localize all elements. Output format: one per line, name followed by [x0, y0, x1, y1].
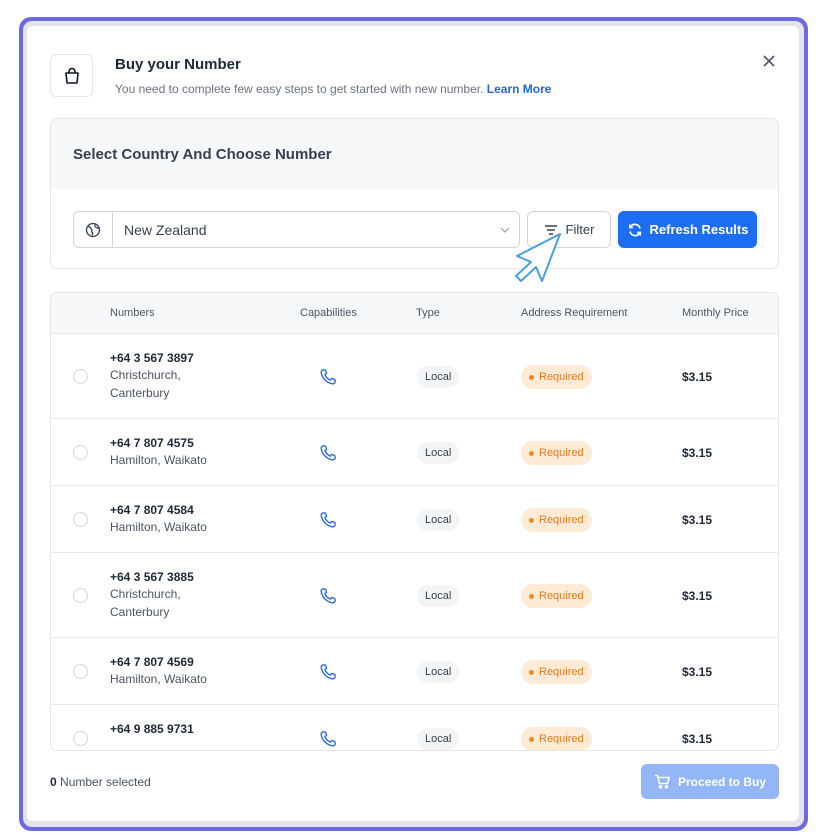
address-required-badge: Required [521, 660, 592, 684]
modal-title: Buy your Number [115, 56, 241, 73]
proceed-label: Proceed to Buy [677, 774, 767, 789]
buy-number-modal: Buy your Number You need to complete few… [27, 26, 799, 821]
type-badge: Local [417, 728, 460, 750]
address-required-label: Required [539, 371, 584, 383]
address-required-badge: Required [521, 727, 592, 750]
type-badge: Local [417, 509, 460, 531]
address-required-label: Required [539, 666, 584, 678]
phone-location: Hamilton, Waikato [110, 672, 207, 686]
address-required-badge: Required [521, 508, 592, 532]
address-required-badge: Required [521, 584, 592, 608]
type-badge: Local [417, 442, 460, 464]
window-frame-inner: Buy your Number You need to complete few… [23, 21, 804, 827]
status-dot [529, 450, 534, 456]
address-required-badge: Required [521, 365, 592, 389]
monthly-price: $3.15 [682, 513, 713, 527]
table-row[interactable]: +64 7 807 4575 Hamilton, Waikato Local R… [51, 419, 778, 486]
table-row[interactable]: +64 7 807 4569 Hamilton, Waikato Local R… [51, 638, 778, 705]
table-row[interactable]: +64 3 567 3885 Christchurch, Canterbury … [51, 553, 778, 638]
panel-title: Select Country And Choose Number [51, 119, 778, 189]
modal-subtitle: You need to complete few easy steps to g… [115, 82, 551, 96]
phone-location: Hamilton, Waikato [110, 520, 207, 534]
phone-location: Christchurch, Canterbury [110, 368, 181, 400]
phone-icon [320, 445, 336, 461]
cart-icon [654, 774, 671, 789]
monthly-price: $3.15 [682, 665, 713, 679]
country-select[interactable]: New Zealand [73, 211, 520, 248]
phone-icon [320, 369, 336, 385]
selected-count-value: 0 [50, 775, 57, 789]
table-body: +64 3 567 3897 Christchurch, Canterbury … [51, 334, 778, 750]
phone-icon [320, 664, 336, 680]
phone-number: +64 3 567 3897 [110, 351, 194, 365]
monthly-price: $3.15 [682, 732, 713, 746]
refresh-results-button[interactable]: Refresh Results [618, 211, 757, 248]
row-select-radio[interactable] [73, 369, 88, 384]
table-row[interactable]: +64 7 807 4584 Hamilton, Waikato Local R… [51, 486, 778, 553]
address-required-label: Required [539, 514, 584, 526]
monthly-price: $3.15 [682, 446, 713, 460]
refresh-label: Refresh Results [649, 222, 749, 237]
address-required-label: Required [539, 447, 584, 459]
proceed-to-buy-button[interactable]: Proceed to Buy [641, 764, 779, 799]
row-select-radio[interactable] [73, 664, 88, 679]
type-badge: Local [417, 366, 460, 388]
type-badge: Local [417, 661, 460, 683]
phone-icon [320, 512, 336, 528]
address-required-label: Required [539, 733, 584, 745]
phone-number: +64 7 807 4575 [110, 436, 194, 450]
globe-icon [74, 212, 113, 247]
country-value: New Zealand [124, 221, 207, 238]
monthly-price: $3.15 [682, 370, 713, 384]
phone-icon [320, 731, 336, 747]
filter-label: Filter [565, 222, 595, 237]
phone-icon [320, 588, 336, 604]
row-select-radio[interactable] [73, 512, 88, 527]
phone-location: Christchurch, Canterbury [110, 587, 181, 619]
modal-subtitle-text: You need to complete few easy steps to g… [115, 82, 484, 96]
row-select-radio[interactable] [73, 588, 88, 603]
status-dot [529, 517, 534, 523]
window-frame: Buy your Number You need to complete few… [19, 17, 808, 831]
column-header-price: Monthly Price [682, 307, 749, 319]
phone-number: +64 9 885 9731 [110, 722, 194, 736]
table-header: Numbers Capabilities Type Address Requir… [51, 293, 778, 334]
close-button[interactable] [759, 52, 779, 72]
address-required-label: Required [539, 590, 584, 602]
table-row[interactable]: +64 3 567 3897 Christchurch, Canterbury … [51, 334, 778, 419]
selected-count: 0 Number selected [50, 775, 151, 789]
selected-count-label: Number selected [60, 775, 151, 789]
cursor-arrow-icon [515, 233, 561, 282]
country-select-panel: Select Country And Choose Number New Zea… [50, 118, 779, 269]
type-badge: Local [417, 585, 460, 607]
row-select-radio[interactable] [73, 731, 88, 746]
status-dot [529, 374, 534, 380]
row-select-radio[interactable] [73, 445, 88, 460]
column-header-type: Type [416, 307, 440, 319]
column-header-address: Address Requirement [521, 307, 628, 319]
column-header-capabilities: Capabilities [300, 307, 357, 319]
status-dot [529, 669, 534, 675]
shopping-bag-icon [50, 54, 93, 97]
phone-location: Hamilton, Waikato [110, 453, 207, 467]
address-required-badge: Required [521, 441, 592, 465]
monthly-price: $3.15 [682, 589, 713, 603]
refresh-icon [628, 223, 641, 236]
status-dot [529, 736, 534, 742]
status-dot [529, 593, 534, 599]
phone-number: +64 3 567 3885 [110, 570, 194, 584]
numbers-table: Numbers Capabilities Type Address Requir… [50, 292, 779, 751]
column-header-numbers: Numbers [110, 307, 155, 319]
table-row[interactable]: +64 9 885 9731 Local Required $3.15 [51, 705, 778, 750]
learn-more-link[interactable]: Learn More [487, 82, 552, 96]
phone-number: +64 7 807 4584 [110, 503, 194, 517]
phone-number: +64 7 807 4569 [110, 655, 194, 669]
close-icon [763, 55, 775, 67]
